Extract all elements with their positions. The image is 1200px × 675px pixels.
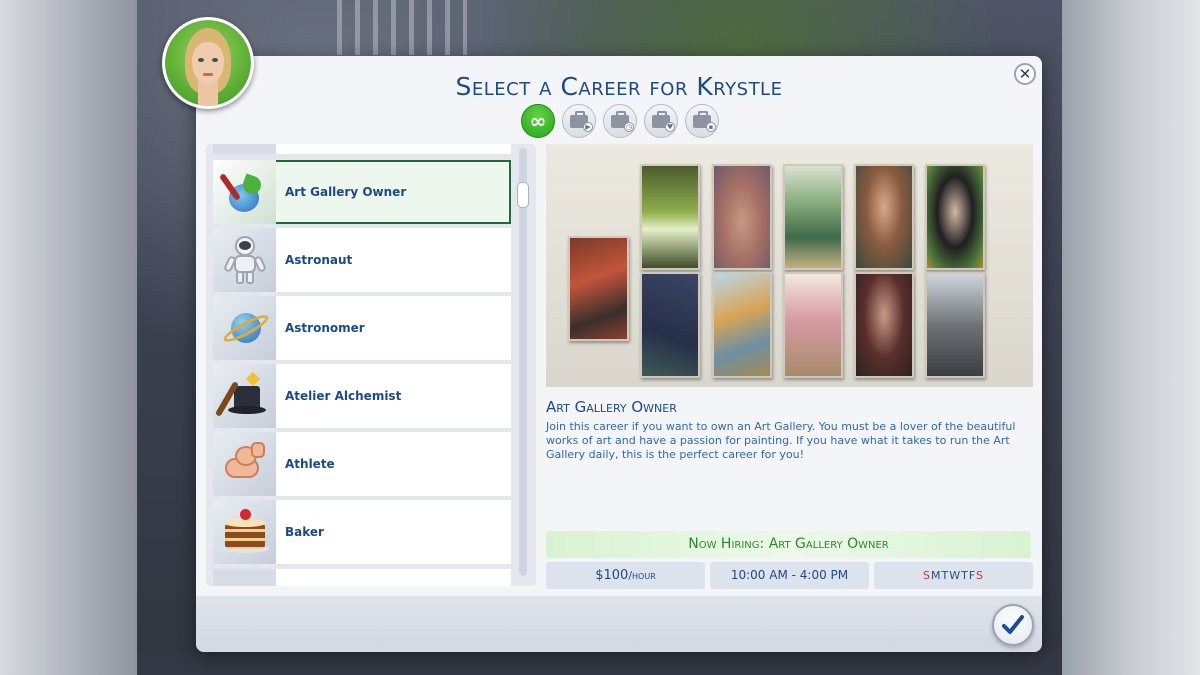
career-item-athlete[interactable]: Athlete <box>213 432 511 496</box>
painting-waterfall <box>640 164 700 270</box>
career-label: Astronaut <box>285 253 353 267</box>
painting-art-nouveau-portrait <box>925 164 985 270</box>
list-item-partial-bottom <box>213 569 511 586</box>
career-preview-image <box>546 144 1033 387</box>
career-list-scrollbar[interactable] <box>517 148 529 576</box>
career-label: Athlete <box>285 457 335 471</box>
list-item-partial-top <box>213 144 511 154</box>
career-label: Astronomer <box>285 321 365 335</box>
briefcases-icon: ▪ <box>693 110 716 132</box>
painting-dark-portrait <box>854 272 914 378</box>
painting-canyon <box>712 272 772 378</box>
day-sunday: S <box>923 569 931 582</box>
magic-hat-icon <box>214 371 268 420</box>
letterbox-right <box>1062 0 1200 675</box>
salary-unit: /hour <box>628 569 656 582</box>
painting-blossom-tree <box>783 272 843 378</box>
filter-active-careers-button[interactable]: ▶ <box>562 104 596 138</box>
career-label: Atelier Alchemist <box>285 389 402 403</box>
dialog-title: Select a Career for Krystle <box>455 72 783 101</box>
day-friday: F <box>968 569 976 582</box>
day-monday: M <box>931 569 942 582</box>
career-item-astronaut[interactable]: Astronaut <box>213 228 511 292</box>
confirm-button[interactable] <box>992 604 1034 646</box>
salary-box: $100/hour <box>546 562 705 589</box>
career-label: Baker <box>285 525 324 539</box>
filter-freelance-button[interactable]: ▪ <box>685 104 719 138</box>
now-hiring-banner: Now Hiring: Art Gallery Owner <box>546 531 1031 558</box>
career-filter-bar: ∞ ▶ ◷ ♥ ▪ <box>521 104 719 138</box>
filter-part-time-button[interactable]: ◷ <box>603 104 637 138</box>
work-hours: 10:00 AM - 4:00 PM <box>730 568 849 582</box>
infinity-icon: ∞ <box>529 109 547 133</box>
paintbrush-globe-icon <box>218 170 267 214</box>
filter-volunteer-button[interactable]: ♥ <box>644 104 678 138</box>
painting-night-rain <box>640 272 700 378</box>
day-thursday: T <box>961 569 969 582</box>
work-days-box: SMTWTFS <box>874 562 1033 589</box>
work-hours-box: 10:00 AM - 4:00 PM <box>710 562 869 589</box>
career-item-art-gallery-owner[interactable]: Art Gallery Owner <box>213 160 511 224</box>
painting-bunny <box>712 164 772 270</box>
sim-avatar-portrait <box>162 17 254 109</box>
career-item-astronomer[interactable]: Astronomer <box>213 296 511 360</box>
checkmark-icon <box>1002 615 1024 634</box>
filter-all-button[interactable]: ∞ <box>521 104 555 138</box>
career-description: Join this career if you want to own an A… <box>546 420 1016 461</box>
career-item-atelier-alchemist[interactable]: Atelier Alchemist <box>213 364 511 428</box>
planet-icon <box>220 305 271 351</box>
painting-woman-portrait <box>854 164 914 270</box>
scrollbar-thumb[interactable] <box>517 182 529 208</box>
day-saturday: S <box>976 569 984 582</box>
career-list[interactable]: Art Gallery Owner Astronaut Astronomer A… <box>206 144 536 586</box>
career-selection-dialog: Select a Career for Krystle ✕ ∞ ▶ ◷ ♥ ▪ <box>196 56 1042 652</box>
close-button[interactable]: ✕ <box>1014 63 1036 85</box>
dialog-footer <box>196 596 1042 652</box>
career-label: Art Gallery Owner <box>285 185 407 199</box>
game-world-floor <box>137 652 1062 675</box>
briefcase-play-icon: ▶ <box>570 110 593 132</box>
career-detail-title: Art Gallery Owner <box>546 398 677 416</box>
briefcase-clock-icon: ◷ <box>611 110 634 132</box>
flexed-arm-icon <box>221 442 269 486</box>
career-info-row: $100/hour 10:00 AM - 4:00 PM SMTWTFS <box>546 562 1033 589</box>
astronaut-icon <box>222 236 267 284</box>
painting-landscape <box>783 164 843 270</box>
background-fence <box>337 0 467 55</box>
cake-icon <box>220 509 269 555</box>
day-wednesday: W <box>949 569 962 582</box>
painting-abstract <box>568 236 629 341</box>
painting-couple-portrait <box>925 272 985 378</box>
salary-amount: $100 <box>595 568 629 583</box>
letterbox-left <box>0 0 137 675</box>
briefcase-heart-icon: ♥ <box>652 110 675 132</box>
career-item-baker[interactable]: Baker <box>213 500 511 564</box>
